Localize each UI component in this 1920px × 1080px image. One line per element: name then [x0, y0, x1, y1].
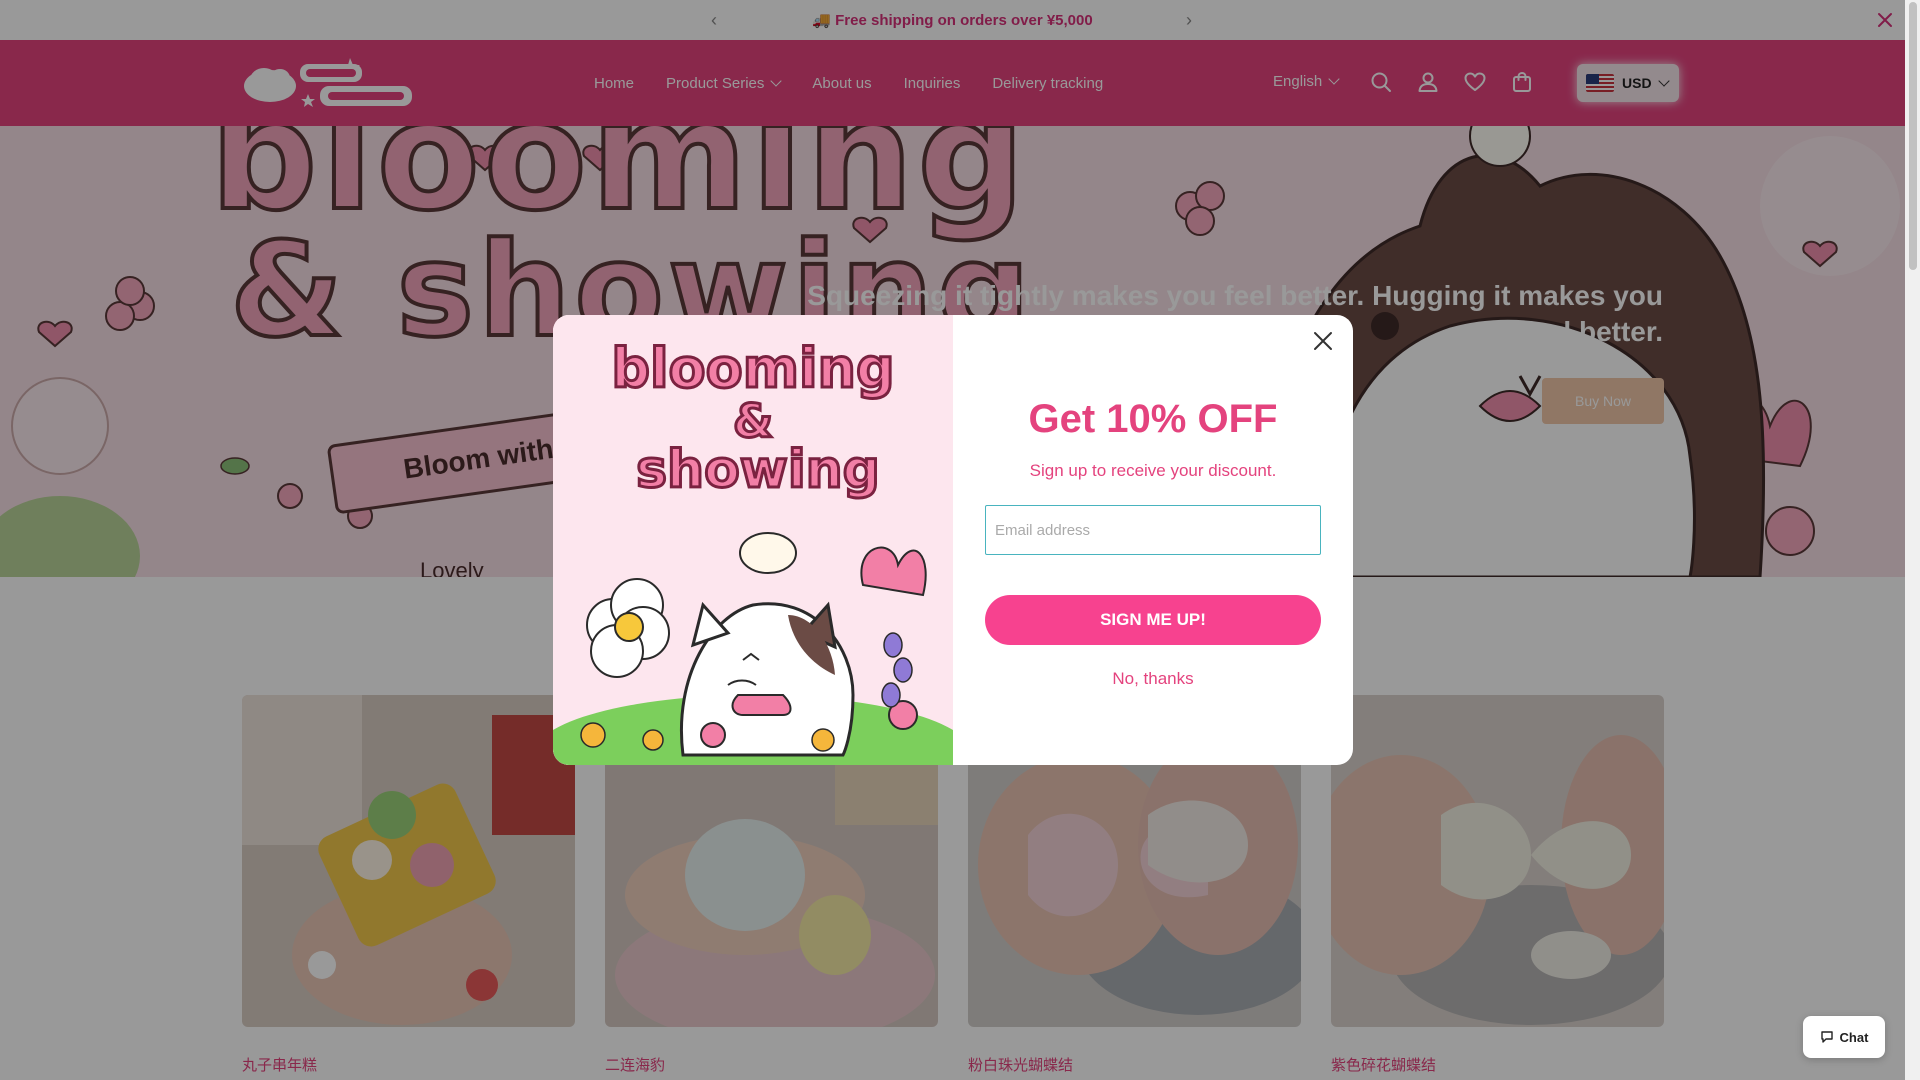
discount-popup: blooming & showing Get 10% OFF Sign up t…	[553, 315, 1353, 765]
no-thanks-link[interactable]: No, thanks	[953, 669, 1353, 689]
chat-button[interactable]: Chat	[1803, 1016, 1885, 1058]
scrollbar-thumb[interactable]	[1909, 2, 1917, 270]
popup-form: Get 10% OFF Sign up to receive your disc…	[953, 315, 1353, 765]
chat-icon	[1820, 1031, 1833, 1043]
close-icon[interactable]	[1309, 327, 1337, 355]
chat-label: Chat	[1839, 1029, 1869, 1045]
popup-art: blooming & showing	[553, 315, 953, 765]
popup-subtitle: Sign up to receive your discount.	[1029, 461, 1277, 480]
sign-me-up-button[interactable]: SIGN ME UP!	[985, 595, 1321, 645]
popup-art-word-blooming: blooming	[611, 337, 894, 400]
popup-art-word-showing: showing	[636, 440, 880, 500]
popup-title: Get 10% OFF	[1028, 397, 1278, 441]
page-scrollbar[interactable]	[1905, 0, 1920, 1080]
popup-illustration: blooming & showing	[553, 315, 953, 765]
email-field[interactable]	[985, 505, 1321, 555]
